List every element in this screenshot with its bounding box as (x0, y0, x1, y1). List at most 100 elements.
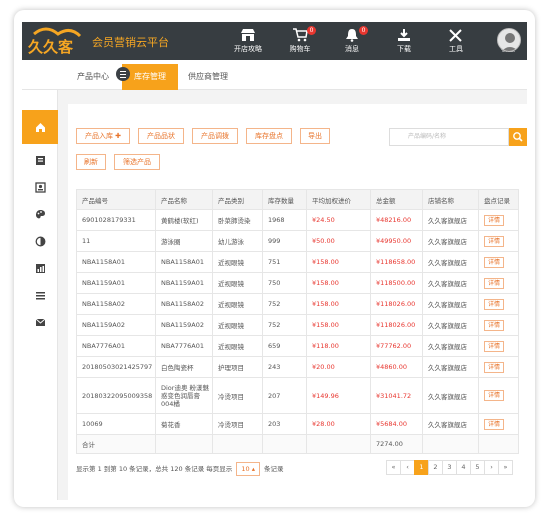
col-total[interactable]: 总金额 (370, 189, 423, 210)
cell-records[interactable]: 详情 (478, 335, 519, 357)
cell-product-code: 6901028179331 (76, 209, 156, 231)
page-button[interactable]: » (498, 460, 513, 475)
top-bar: 久久客 会员营销云平台 开店攻略 0 购物车 0 消息 下载 工具 (22, 22, 527, 60)
cell-product-name: NBA1158A02 (155, 293, 213, 315)
page-button[interactable]: ‹ (400, 460, 415, 475)
cell-avg-price: ¥50.00 (306, 230, 371, 252)
cell-avg-price: ¥158.00 (306, 251, 371, 273)
detail-button[interactable]: 详情 (484, 390, 505, 401)
page-button[interactable]: 3 (442, 460, 457, 475)
sidebar-item-contrast[interactable] (22, 228, 58, 254)
logo[interactable]: 久久客 (24, 26, 88, 56)
sidebar-item-card[interactable] (22, 147, 58, 173)
col-avg-price[interactable]: 平均加权进价 (306, 189, 371, 210)
table-row: 20180322095009358 Dior迪奥 粉漾魅惑变色润唇膏004橘 冷烫项… (76, 377, 519, 414)
nav-messages[interactable]: 0 消息 (326, 22, 378, 60)
detail-button[interactable]: 详情 (484, 340, 505, 352)
search-input[interactable]: 产品编码/名称 (389, 128, 509, 146)
export-button[interactable]: 导出 (300, 128, 330, 144)
search-button[interactable] (509, 128, 527, 146)
detail-button[interactable]: 详情 (484, 256, 505, 268)
cell-category: 护理项目 (212, 356, 263, 378)
col-store[interactable]: 店铺名称 (422, 189, 479, 210)
col-product-name[interactable]: 产品名称 (155, 189, 213, 210)
cell-product-name: 白色陶瓷杯 (155, 356, 213, 378)
product-adjust-button[interactable]: 产品调拨 (192, 128, 238, 144)
table-row: NBA1159A02 NBA1159A02 近视眼镜 752 ¥158.00 ¥11802… (76, 314, 519, 336)
nav-download-label: 下载 (397, 45, 411, 53)
tab-supplier[interactable]: 供应商管理 (180, 64, 236, 90)
col-category[interactable]: 产品类别 (212, 189, 263, 210)
nav-store-guide-label: 开店攻略 (234, 45, 262, 53)
cell-records[interactable]: 详情 (478, 314, 519, 336)
cell-category: 幼儿游泳 (212, 230, 263, 252)
detail-button[interactable]: 详情 (484, 319, 505, 331)
cell-records[interactable]: 详情 (478, 272, 519, 294)
table-row: NBA1158A02 NBA1158A02 近视眼镜 752 ¥158.00 ¥11802… (76, 293, 519, 315)
nav-tools[interactable]: 工具 (430, 22, 482, 60)
list-icon (35, 291, 45, 299)
stocktake-button[interactable]: 库存盘点 (246, 128, 292, 144)
refresh-button[interactable]: 刷新 (76, 154, 106, 170)
total-label: 合计 (76, 434, 156, 454)
cell-category: 近视眼镜 (212, 293, 263, 315)
cell-records[interactable]: 详情 (478, 251, 519, 273)
cell-stock-qty: 999 (262, 230, 307, 252)
avatar[interactable] (497, 28, 521, 52)
cell-product-name: NBA1159A02 (155, 314, 213, 336)
sidebar-item-chart[interactable] (22, 255, 58, 281)
tab-product-center[interactable]: 产品中心 (70, 64, 116, 90)
cell-records[interactable]: 详情 (478, 356, 519, 378)
page-button[interactable]: 4 (456, 460, 471, 475)
page-button[interactable]: 1 (414, 460, 429, 475)
col-product-code[interactable]: 产品编号 (76, 189, 156, 210)
page-button[interactable]: « (386, 460, 401, 475)
page-button[interactable]: 2 (428, 460, 443, 475)
cell-store: 久久客旗舰店 (422, 209, 479, 231)
nav-cart[interactable]: 0 购物车 (274, 22, 326, 60)
cell-total: ¥118500.00 (370, 272, 423, 294)
detail-button[interactable]: 详情 (484, 214, 505, 226)
sidebar-item-list[interactable] (22, 282, 58, 308)
col-stock-qty[interactable]: 库存数量 (262, 189, 307, 210)
sidebar-item-mail[interactable] (22, 309, 58, 335)
page-size-select[interactable]: 10 ▴ (236, 462, 260, 476)
cell-total: ¥5684.00 (370, 413, 423, 435)
product-list-button[interactable]: 产品品状 (138, 128, 184, 144)
svg-text:久久客: 久久客 (28, 38, 74, 56)
cell-records[interactable]: 详情 (478, 413, 519, 435)
total-empty-cell (212, 434, 263, 454)
sidebar-item-member[interactable] (22, 174, 58, 200)
table-row: NBA7776A01 NBA7776A01 近视眼镜 659 ¥118.00 ¥77762… (76, 335, 519, 357)
nav-store-guide[interactable]: 开店攻略 (222, 22, 274, 60)
cell-category: 卧菜肺烫染 (212, 209, 263, 231)
pagination: «‹ 1 2 3 4 5 ›» (386, 460, 513, 475)
detail-button[interactable]: 详情 (484, 298, 505, 310)
menu-icon[interactable] (116, 67, 130, 81)
cell-records[interactable]: 详情 (478, 293, 519, 315)
cell-stock-qty: 751 (262, 251, 307, 273)
sidebar-item-home[interactable] (22, 110, 58, 144)
detail-button[interactable]: 详情 (484, 235, 505, 247)
filter-button[interactable]: 筛选产品 (114, 154, 160, 170)
detail-button[interactable]: 详情 (484, 277, 505, 289)
cell-category: 冷烫项目 (212, 413, 263, 435)
detail-button[interactable]: 详情 (484, 361, 505, 373)
sidebar-item-palette[interactable] (22, 201, 58, 227)
cell-product-code: 10069 (76, 413, 156, 435)
cell-product-name: Dior迪奥 粉漾魅惑变色润唇膏004橘 (155, 377, 213, 414)
nav-download[interactable]: 下载 (378, 22, 430, 60)
cell-store: 久久客旗舰店 (422, 272, 479, 294)
page-button[interactable]: › (484, 460, 499, 475)
cell-records[interactable]: 详情 (478, 230, 519, 252)
page-button[interactable]: 5 (470, 460, 485, 475)
store-icon (241, 29, 255, 41)
table-row: 20180503021425797 白色陶瓷杯 护理项目 243 ¥20.00 ¥4860… (76, 356, 519, 378)
cell-product-name: 黄鹤楼(软红) (155, 209, 213, 231)
cell-records[interactable]: 详情 (478, 377, 519, 414)
cell-records[interactable]: 详情 (478, 209, 519, 231)
pagination-info-prefix: 显示第 1 到第 10 条记录，总共 120 条记录 每页显示 (76, 465, 233, 473)
inbound-button[interactable]: 产品入库 ✚ (76, 128, 130, 144)
tab-inventory[interactable]: 库存管理 (122, 64, 178, 90)
detail-button[interactable]: 详情 (484, 418, 505, 430)
